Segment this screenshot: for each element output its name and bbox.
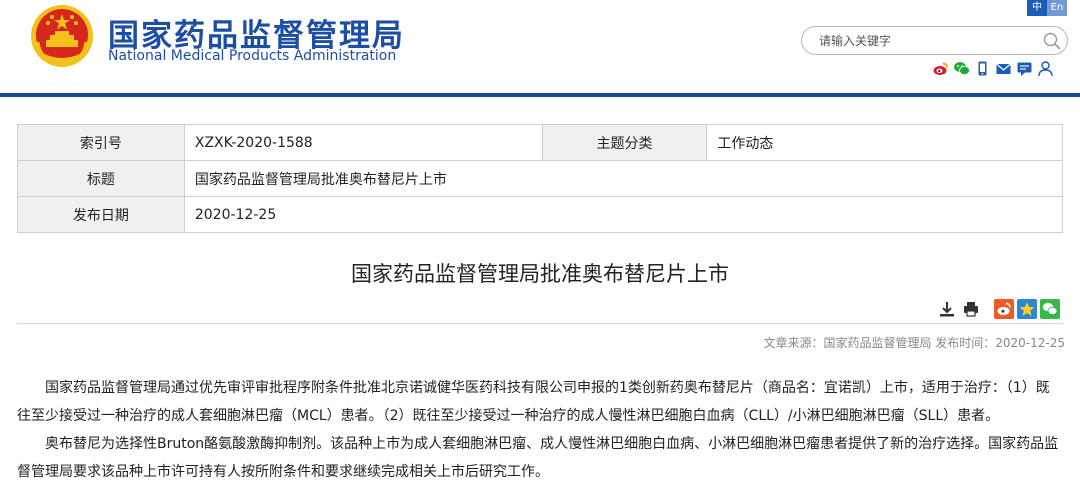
publish-date-value: 2020-12-25 <box>183 196 1064 233</box>
article-source-line: 文章来源：国家药品监督管理局 发布时间：2020-12-25 <box>763 336 1065 350</box>
site-header: 国家药品监督管理局 National Medical Products Admi… <box>0 0 1080 97</box>
article-paragraph-1: 国家药品监督管理局通过优先审评审批程序附条件批准北京诺诚健华医药科技有限公司申报… <box>17 380 1050 424</box>
title-value: 国家药品监督管理局批准奥布替尼片上市 <box>183 160 1064 197</box>
article-divider <box>17 323 1063 324</box>
social-links <box>932 60 1054 77</box>
table-row: 标题 国家药品监督管理局批准奥布替尼片上市 <box>17 160 1064 197</box>
weibo-icon[interactable] <box>932 60 949 77</box>
share-weibo-icon[interactable] <box>994 299 1014 319</box>
share-wechat-icon[interactable] <box>1040 299 1060 319</box>
search-input[interactable] <box>819 32 1019 50</box>
user-icon[interactable] <box>1037 60 1054 77</box>
print-icon[interactable] <box>962 300 980 318</box>
national-emblem-icon[interactable] <box>30 4 94 68</box>
search-box <box>801 26 1068 55</box>
search-icon[interactable] <box>1042 31 1062 51</box>
chat-icon[interactable] <box>1016 60 1033 77</box>
article-title: 国家药品监督管理局批准奥布替尼片上市 <box>351 262 729 286</box>
wechat-icon[interactable] <box>953 60 970 77</box>
mobile-icon[interactable] <box>974 60 991 77</box>
table-row: 索引号 XZXK-2020-1588 主题分类 工作动态 <box>17 124 1063 161</box>
index-number-value: XZXK-2020-1588 <box>183 124 543 161</box>
language-switcher: 中 En <box>1027 0 1067 16</box>
title-label: 标题 <box>17 160 185 197</box>
site-title-en[interactable]: National Medical Products Administration <box>108 48 396 64</box>
index-number-label: 索引号 <box>17 124 185 161</box>
table-row: 发布日期 2020-12-25 <box>17 196 1064 233</box>
document-info-table: 索引号 XZXK-2020-1588 主题分类 工作动态 标题 国家药品监督管理… <box>17 124 1064 233</box>
category-value: 工作动态 <box>706 124 1063 161</box>
publish-date-label: 发布日期 <box>17 196 185 233</box>
header-divider <box>0 93 1080 97</box>
category-label: 主题分类 <box>541 124 708 161</box>
share-qzone-icon[interactable] <box>1017 299 1037 319</box>
article-body: 国家药品监督管理局通过优先审评审批程序附条件批准北京诺诚健华医药科技有限公司申报… <box>17 374 1063 486</box>
lang-en-button[interactable]: En <box>1047 0 1067 16</box>
article-toolbar <box>938 299 1060 319</box>
mail-icon[interactable] <box>995 60 1012 77</box>
lang-zh-button[interactable]: 中 <box>1027 0 1047 16</box>
article-paragraph-2: 奥布替尼为选择性Bruton酪氨酸激酶抑制剂。该品种上市为成人套细胞淋巴瘤、成人… <box>17 436 1059 480</box>
download-icon[interactable] <box>938 300 956 318</box>
